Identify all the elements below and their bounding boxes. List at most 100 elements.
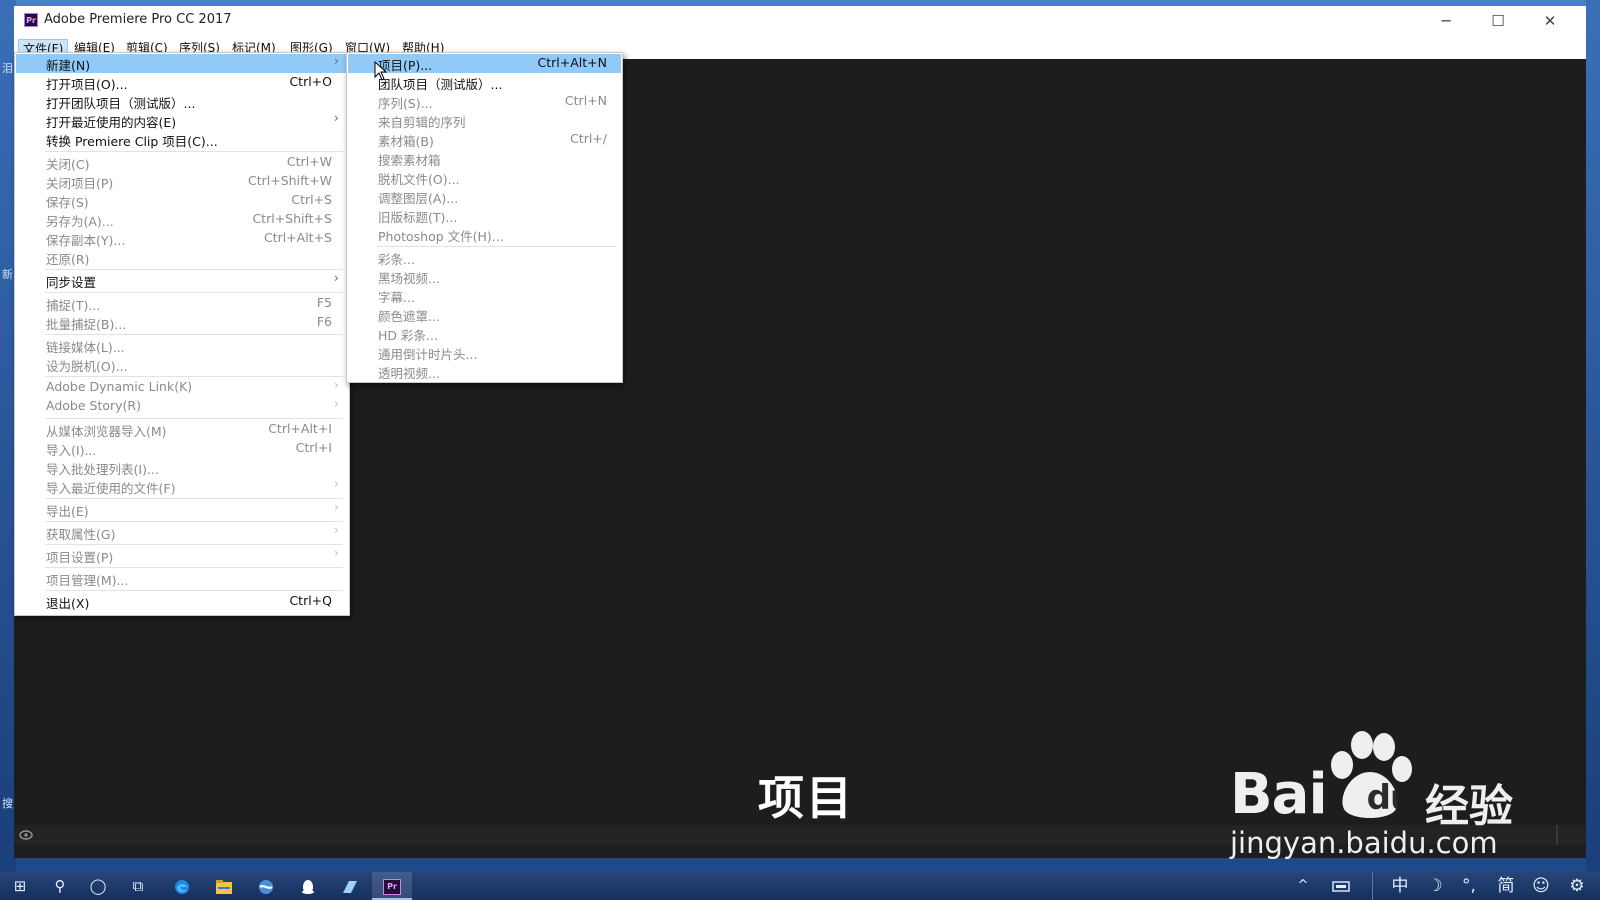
menu-item[interactable]: 保存(S) Ctrl+S: [16, 191, 348, 210]
menu-item[interactable]: 捕捉(T)... F5: [16, 294, 348, 313]
ime-simplified-button[interactable]: 简: [1490, 872, 1522, 900]
tray-network-button[interactable]: [1326, 872, 1356, 900]
ime-settings-button[interactable]: ⚙: [1562, 872, 1592, 900]
menu-item-label: 来自剪辑的序列: [378, 115, 466, 130]
menu-item[interactable]: 新建(N) ›: [16, 54, 348, 73]
menu-item[interactable]: 链接媒体(L)...: [16, 336, 348, 355]
taskbar-search-button[interactable]: ⚲: [40, 872, 80, 900]
chevron-right-icon: ›: [334, 477, 339, 491]
ime-emoji-button[interactable]: ☺: [1526, 872, 1556, 900]
menu-item[interactable]: 通用倒计时片头...: [348, 343, 621, 362]
watermark-brand: Bai du: [1230, 762, 1414, 827]
menu-item-shortcut: F5: [316, 295, 332, 310]
taskbar-edge-button[interactable]: [162, 872, 202, 900]
menu-item[interactable]: 批量捕捉(B)... F6: [16, 313, 348, 332]
menu-item[interactable]: 打开团队项目（测试版）...: [16, 92, 348, 111]
menu-item[interactable]: 旧版标题(T)...: [348, 206, 621, 225]
menu-item[interactable]: 关闭(C) Ctrl+W: [16, 153, 348, 172]
chevron-right-icon: ›: [334, 271, 339, 285]
menu-item[interactable]: 关闭项目(P) Ctrl+Shift+W: [16, 172, 348, 191]
menu-item[interactable]: Adobe Dynamic Link(K) ›: [16, 378, 348, 397]
menu-item-label: 旧版标题(T)...: [378, 210, 458, 225]
menu-item[interactable]: 脱机文件(O)...: [348, 168, 621, 187]
status-link-icon[interactable]: [18, 828, 34, 842]
menu-item-label: 关闭(C): [46, 157, 90, 172]
menu-item-label: 链接媒体(L)...: [46, 340, 125, 355]
menu-item[interactable]: 项目(P)... Ctrl+Alt+N: [348, 54, 621, 73]
menu-item-label: 黑场视频...: [378, 271, 440, 286]
taskbar-explorer-button[interactable]: [204, 872, 244, 900]
mouse-cursor-icon: [374, 61, 388, 81]
ime-language-button[interactable]: 中: [1384, 872, 1416, 900]
menu-item[interactable]: 导出(E) ›: [16, 500, 348, 519]
premiere-taskbar-icon: Pr: [383, 878, 401, 895]
menu-item[interactable]: 获取属性(G) ›: [16, 523, 348, 542]
task-view-icon: ⧉: [132, 877, 144, 895]
close-button[interactable]: ✕: [1524, 6, 1576, 37]
cortana-button[interactable]: ◯: [78, 872, 118, 900]
menu-item-label: 项目设置(P): [46, 550, 114, 565]
status-divider: [1556, 825, 1558, 845]
menu-item[interactable]: Photoshop 文件(H)...: [348, 225, 621, 244]
search-icon: ⚲: [54, 877, 66, 895]
menu-item[interactable]: Adobe Story(R) ›: [16, 397, 348, 416]
maximize-button[interactable]: ☐: [1472, 6, 1524, 37]
menu-item[interactable]: 导入批处理列表(I)...: [16, 458, 348, 477]
taskbar-app-button[interactable]: [330, 872, 370, 900]
task-view-button[interactable]: ⧉: [118, 872, 158, 900]
premiere-app-icon: Pr: [24, 13, 38, 27]
menu-item[interactable]: 黑场视频...: [348, 267, 621, 286]
ime-punctuation-button[interactable]: °,: [1454, 872, 1484, 900]
taskbar-premiere-button[interactable]: Pr: [372, 872, 412, 900]
menu-item[interactable]: 素材箱(B) Ctrl+/: [348, 130, 621, 149]
menu-item[interactable]: 转换 Premiere Clip 项目(C)...: [16, 130, 348, 149]
menu-item[interactable]: 还原(R): [16, 248, 348, 267]
ime-mode-button[interactable]: ☽: [1420, 872, 1450, 900]
menu-item[interactable]: 另存为(A)... Ctrl+Shift+S: [16, 210, 348, 229]
menu-item[interactable]: 设为脱机(O)...: [16, 355, 348, 374]
menu-item[interactable]: 从媒体浏览器导入(M) Ctrl+Alt+I: [16, 420, 348, 439]
menu-item[interactable]: 来自剪辑的序列: [348, 111, 621, 130]
menu-separator: [45, 292, 343, 293]
menu-item[interactable]: 搜索素材箱: [348, 149, 621, 168]
menu-item[interactable]: 彩条...: [348, 248, 621, 267]
menu-item-label: 保存副本(Y)...: [46, 233, 126, 248]
menu-item[interactable]: 调整图层(A)...: [348, 187, 621, 206]
title-bar[interactable]: Pr Adobe Premiere Pro CC 2017 ─ ☐ ✕: [14, 6, 1586, 37]
menu-item[interactable]: 序列(S)... Ctrl+N: [348, 92, 621, 111]
tray-overflow-button[interactable]: ^: [1290, 872, 1316, 900]
menu-item-label: 获取属性(G): [46, 527, 116, 542]
minimize-button[interactable]: ─: [1420, 6, 1472, 37]
menu-item-label: 打开项目(O)...: [46, 77, 128, 92]
desktop-strip-right: [1586, 0, 1600, 872]
windows-taskbar: ⊞ ⚲ ◯ ⧉ Pr ^ 中 ☽ °, 简 ☺ ⚙: [0, 872, 1600, 900]
menu-item[interactable]: 项目设置(P) ›: [16, 546, 348, 565]
taskbar-qq-button[interactable]: [288, 872, 328, 900]
browser-icon: [259, 879, 273, 894]
menu-item[interactable]: 项目管理(M)...: [16, 569, 348, 588]
edge-browser-icon: [175, 879, 189, 894]
menu-item[interactable]: 颜色遮罩...: [348, 305, 621, 324]
chevron-right-icon: ›: [334, 500, 339, 514]
menu-item[interactable]: 透明视频...: [348, 362, 621, 381]
menu-item[interactable]: 打开最近使用的内容(E) ›: [16, 111, 348, 130]
start-button[interactable]: ⊞: [0, 872, 40, 900]
menu-item-label: 导出(E): [46, 504, 89, 519]
menu-item-label: 同步设置: [46, 275, 97, 290]
chevron-right-icon: ›: [334, 378, 339, 392]
menu-item[interactable]: 退出(X) Ctrl+Q: [16, 592, 348, 611]
menu-item-shortcut: Ctrl+O: [289, 74, 332, 89]
menu-item[interactable]: 保存副本(Y)... Ctrl+Alt+S: [16, 229, 348, 248]
menu-item-label: 从媒体浏览器导入(M): [46, 424, 167, 439]
menu-item[interactable]: 导入(I)... Ctrl+I: [16, 439, 348, 458]
menu-item-shortcut: Ctrl+W: [286, 154, 332, 169]
menu-item[interactable]: 同步设置 ›: [16, 271, 348, 290]
menu-item[interactable]: 字幕...: [348, 286, 621, 305]
menu-item[interactable]: HD 彩条...: [348, 324, 621, 343]
menu-item[interactable]: 导入最近使用的文件(F) ›: [16, 477, 348, 496]
menu-item-label: Photoshop 文件(H)...: [378, 229, 504, 244]
taskbar-browser-button[interactable]: [246, 872, 286, 900]
video-caption: 项目: [758, 771, 854, 825]
menu-item[interactable]: 打开项目(O)... Ctrl+O: [16, 73, 348, 92]
menu-item[interactable]: 团队项目（测试版）...: [348, 73, 621, 92]
